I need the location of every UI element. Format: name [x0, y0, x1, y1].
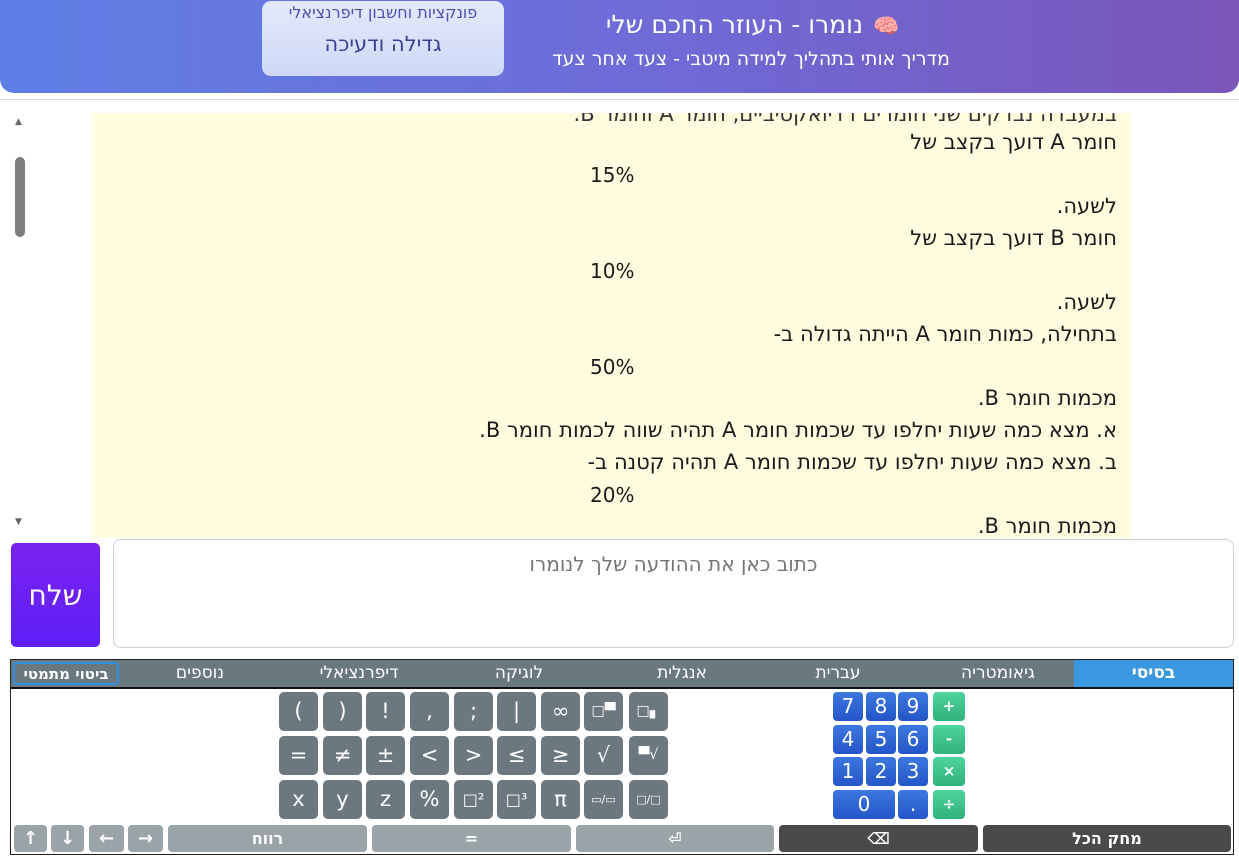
clear-all-button[interactable]: מחק הכל [983, 825, 1231, 852]
key-sqrt-icon[interactable]: √ [584, 736, 623, 775]
arrow-left-icon[interactable]: ← [89, 825, 124, 852]
message-line: חומר A דועך בקצב של [910, 130, 1117, 154]
key-cube-icon[interactable]: □³ [497, 780, 536, 819]
tab-basic[interactable]: בסיסי [1074, 660, 1233, 687]
tab-geometry[interactable]: גיאומטריה [923, 660, 1073, 687]
key-close-paren[interactable]: ) [323, 692, 362, 731]
key-5[interactable]: 5 [866, 725, 896, 754]
key-z[interactable]: z [366, 780, 405, 819]
key-mixed-fraction-icon[interactable]: □/□ [629, 780, 668, 819]
message-percent: 20% [590, 483, 635, 507]
key-comma[interactable]: , [410, 692, 449, 731]
key-2[interactable]: 2 [866, 757, 896, 786]
message-percent: 15% [590, 163, 635, 187]
topic-name: גדילה ודעיכה [324, 32, 442, 56]
key-space[interactable]: רווח [168, 825, 367, 852]
message-line: לשעה. [1056, 290, 1117, 314]
scroll-down-arrow-icon[interactable]: ▼ [15, 517, 22, 527]
key-abs[interactable]: | [497, 692, 536, 731]
key-plus[interactable]: + [933, 692, 965, 721]
message-input[interactable] [113, 539, 1234, 648]
key-greater-than[interactable]: > [454, 736, 493, 775]
key-9[interactable]: 9 [898, 692, 928, 721]
key-subscript-icon[interactable]: □▖ [629, 692, 668, 731]
header-bar: 🧠 נומרו - העוזר החכם שלי מדריך אותי בתהלי… [0, 0, 1239, 93]
key-decimal[interactable]: . [898, 790, 928, 819]
key-3[interactable]: 3 [898, 757, 928, 786]
message-line: חומר B דועך בקצב של [910, 226, 1117, 250]
tab-differential[interactable]: דיפרנציאלי [284, 660, 434, 687]
message-line: מכמות חומר B. [977, 386, 1117, 410]
key-divide[interactable]: ÷ [933, 790, 965, 819]
key-4[interactable]: 4 [833, 725, 863, 754]
chat-scrollbar[interactable]: ▲ ▼ [11, 113, 29, 535]
enter-icon[interactable]: ⏎ [576, 825, 774, 852]
key-open-paren[interactable]: ( [279, 692, 318, 731]
message-line: ב. מצא כמה שעות יחלפו עד שכמות חומר A תה… [587, 450, 1117, 474]
arrow-right-icon[interactable]: → [128, 825, 163, 852]
key-x[interactable]: x [279, 780, 318, 819]
topic-card[interactable]: פונקציות וחשבון דיפרנציאלי גדילה ודעיכה [262, 1, 504, 76]
message-percent: 10% [590, 259, 635, 283]
tab-hebrew[interactable]: עברית [763, 660, 913, 687]
key-superscript-icon[interactable]: □▀ [584, 692, 623, 731]
scroll-up-arrow-icon[interactable]: ▲ [15, 117, 22, 127]
tab-more[interactable]: נוספים [125, 660, 275, 687]
keyboard-tabs: בסיסי גיאומטריה עברית אנגלית לוגיקה דיפר… [11, 660, 1233, 689]
key-0[interactable]: 0 [833, 790, 895, 819]
key-1[interactable]: 1 [833, 757, 863, 786]
key-infinity[interactable]: ∞ [541, 692, 580, 731]
key-7[interactable]: 7 [833, 692, 863, 721]
key-8[interactable]: 8 [866, 692, 896, 721]
send-button[interactable]: שלח [11, 543, 100, 647]
key-plus-minus[interactable]: ± [366, 736, 405, 775]
message-line: לשעה. [1056, 194, 1117, 218]
assistant-message: במעבדה נבדקים שני חומרים רדיואקטיביים, ח… [92, 113, 1131, 538]
message-percent: 50% [590, 355, 635, 379]
message-line: בתחילה, כמות חומר A הייתה גדולה ב- [773, 322, 1117, 346]
scrollbar-thumb[interactable] [15, 157, 25, 237]
key-less-equal[interactable]: ≤ [497, 736, 536, 775]
key-greater-equal[interactable]: ≥ [541, 736, 580, 775]
key-6[interactable]: 6 [898, 725, 928, 754]
key-nth-root-icon[interactable]: ▀√ [629, 736, 668, 775]
arrow-down-icon[interactable]: ↓ [51, 825, 84, 852]
arrow-up-icon[interactable]: ↑ [14, 825, 47, 852]
message-line: במעבדה נבדקים שני חומרים רדיואקטיביים, ח… [573, 113, 1117, 126]
key-not-equal[interactable]: ≠ [323, 736, 362, 775]
key-equals-wide[interactable]: = [372, 825, 571, 852]
key-fraction-icon[interactable]: ▭/▭ [584, 780, 623, 819]
key-square-icon[interactable]: □² [454, 780, 493, 819]
key-factorial[interactable]: ! [366, 692, 405, 731]
key-less-than[interactable]: < [410, 736, 449, 775]
app-subtitle: מדריך אותי בתהליך למידה מיטבי - צעד אחר … [552, 48, 950, 70]
message-line: מכמות חומר B. [977, 514, 1117, 538]
app-title-row: 🧠 נומרו - העוזר החכם שלי [520, 10, 985, 44]
key-semicolon[interactable]: ; [454, 692, 493, 731]
key-y[interactable]: y [323, 780, 362, 819]
tab-english[interactable]: אנגלית [607, 660, 757, 687]
tab-math-expression[interactable]: ביטוי מתמטי [13, 662, 119, 685]
key-pi[interactable]: π [541, 780, 580, 819]
app-title: נומרו - העוזר החכם שלי [605, 10, 863, 39]
brain-icon: 🧠 [872, 14, 900, 38]
topic-category: פונקציות וחשבון דיפרנציאלי [288, 3, 478, 22]
message-line: א. מצא כמה שעות יחלפו עד שכמות חומר A תה… [479, 418, 1117, 442]
key-equals[interactable]: = [279, 736, 318, 775]
app-root: 🧠 נומרו - העוזר החכם שלי מדריך אותי בתהלי… [0, 0, 1239, 861]
backspace-icon[interactable]: ⌫ [779, 825, 978, 852]
key-multiply[interactable]: × [933, 757, 965, 786]
key-minus[interactable]: - [933, 725, 965, 754]
key-percent[interactable]: % [410, 780, 449, 819]
tab-logic[interactable]: לוגיקה [444, 660, 594, 687]
